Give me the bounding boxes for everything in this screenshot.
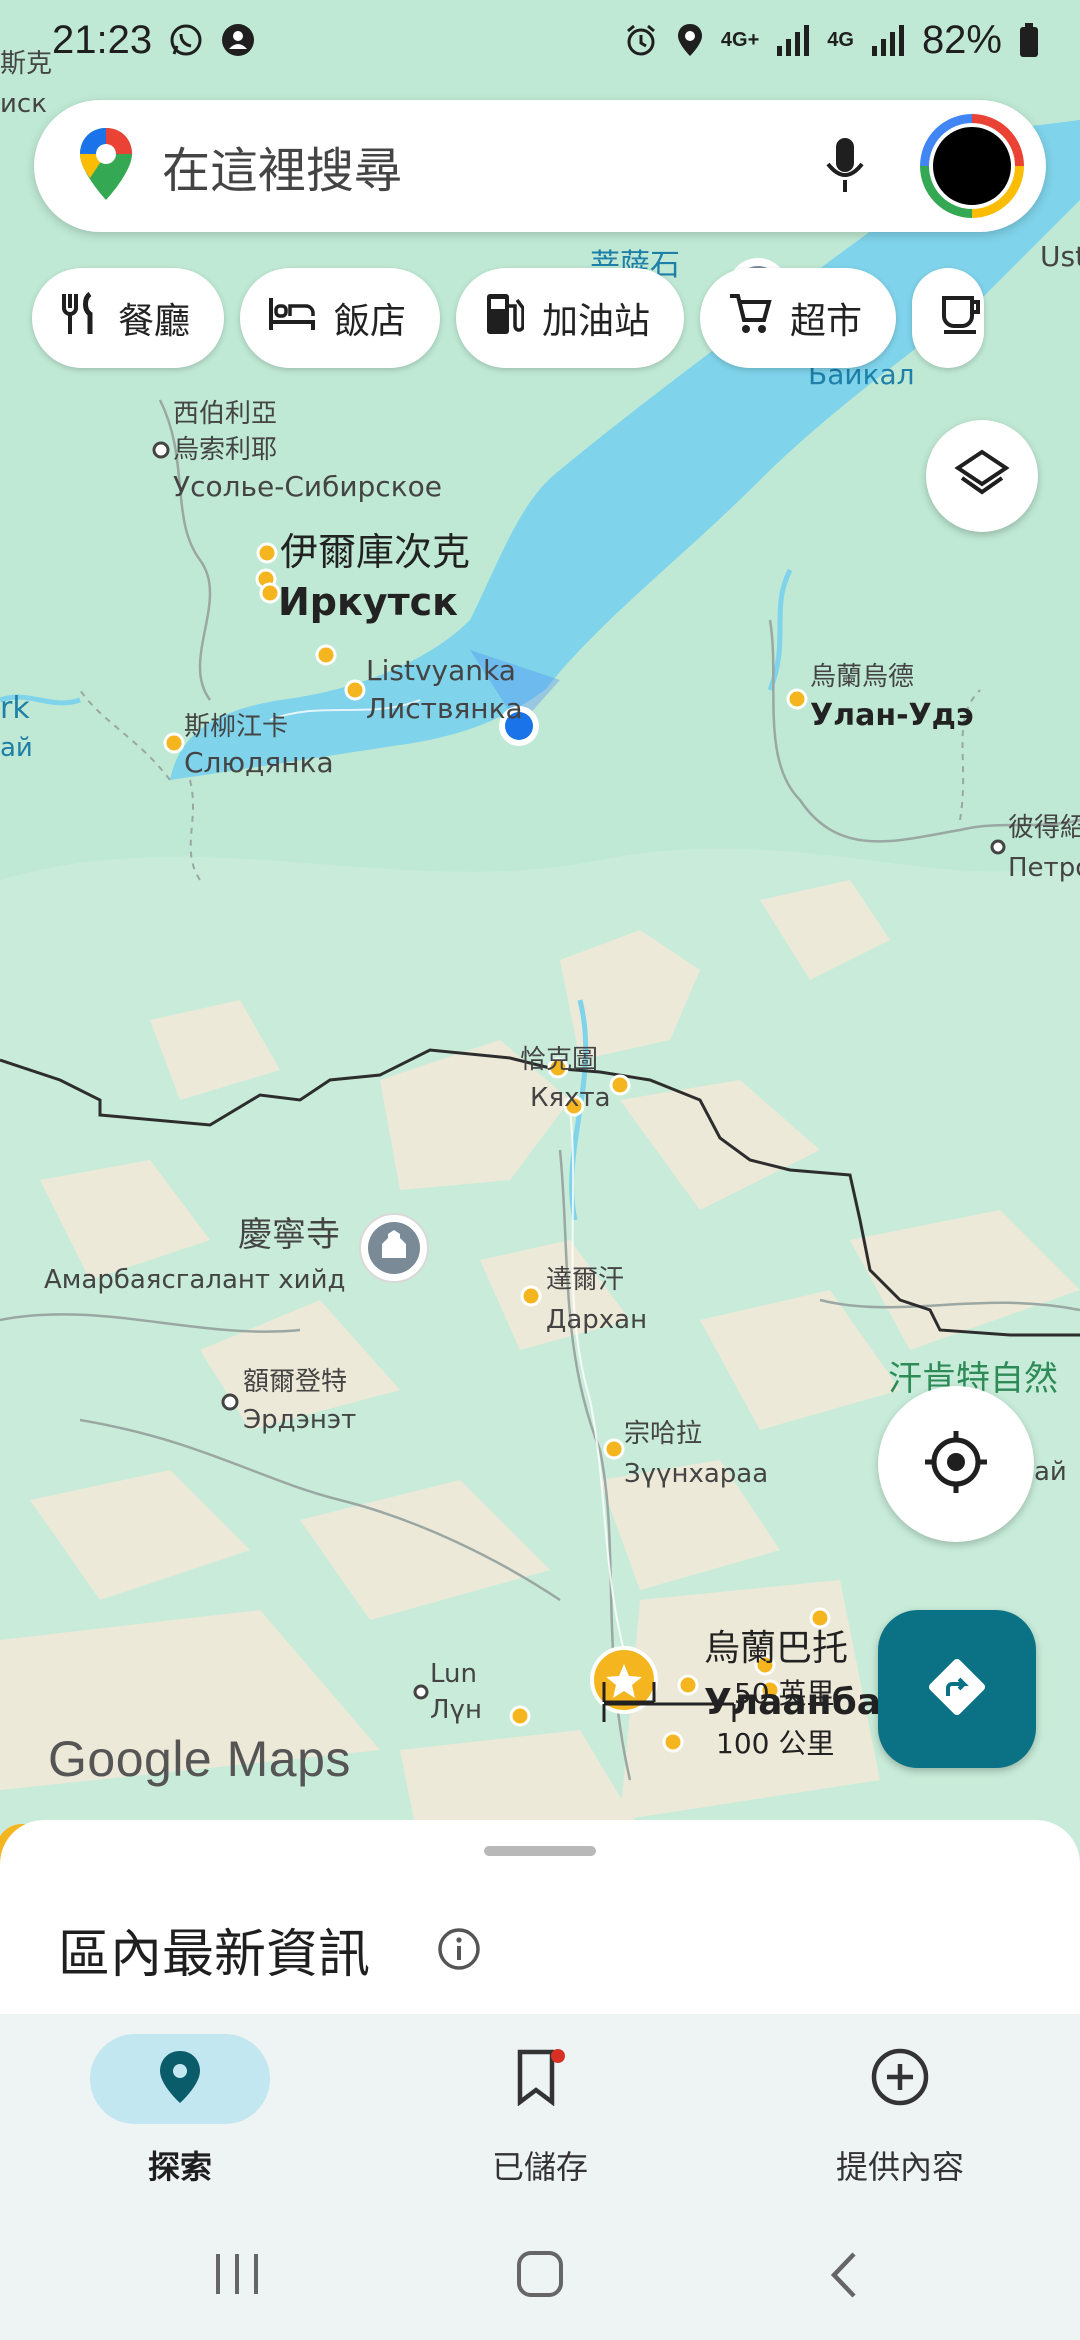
- scale-km: 100 公里: [716, 1727, 835, 1760]
- alarm-icon: [623, 22, 659, 58]
- directions-icon: [926, 1656, 988, 1722]
- status-right: 4G+ 4G 82%: [623, 18, 1040, 63]
- chip-label: 飯店: [334, 301, 407, 342]
- chip-label: 超市: [790, 301, 863, 342]
- account-avatar[interactable]: [920, 114, 1024, 218]
- home-icon[interactable]: [516, 2250, 564, 2302]
- map-label: Улан-Удэ: [810, 698, 974, 733]
- status-time: 21:23: [52, 17, 153, 62]
- crosshair-icon: [923, 1429, 989, 1499]
- my-location-button[interactable]: [878, 1386, 1034, 1542]
- chip-label: 加油站: [542, 301, 651, 342]
- map-label: Усолье-Сибирское: [173, 470, 442, 503]
- map-label: Амарбаясгалант хийд: [44, 1265, 345, 1295]
- nav-label: 探索: [147, 2148, 212, 2186]
- network-type-1: 4G+: [720, 29, 760, 51]
- scale-miles: 50 英里: [734, 1677, 835, 1710]
- map-label: Кяхта: [530, 1083, 611, 1113]
- sheet-drag-handle[interactable]: [484, 1846, 596, 1856]
- search-bar[interactable]: 在這裡搜尋: [34, 100, 1046, 232]
- map-label: 額爾登特: [243, 1367, 347, 1397]
- back-icon[interactable]: [826, 2250, 860, 2304]
- map-label: Зүүнхараа: [624, 1459, 768, 1489]
- network-type-2: 4G: [827, 29, 854, 51]
- map-label: Дархан: [546, 1305, 647, 1335]
- add-circle-icon: [870, 2047, 930, 2111]
- nav-explore[interactable]: 探索: [0, 2034, 360, 2214]
- chip-restaurants[interactable]: 餐廳: [32, 268, 225, 368]
- nav-icon-wrap: [450, 2034, 630, 2124]
- bottom-sheet[interactable]: 區內最新資訊: [0, 1820, 1080, 2020]
- category-chips: 餐廳 飯店 加油站 超市: [32, 268, 985, 368]
- map-label: 恰克圖: [520, 1045, 598, 1075]
- nav-active-indicator: [90, 2034, 270, 2124]
- system-navigation-bar: [0, 2240, 1080, 2310]
- microphone-icon[interactable]: [810, 131, 880, 201]
- cart-icon: [728, 292, 772, 345]
- recent-apps-icon[interactable]: [214, 2250, 260, 2302]
- chip-groceries[interactable]: 超市: [700, 268, 897, 368]
- chip-label: 餐廳: [118, 301, 191, 342]
- account-icon: [220, 22, 256, 58]
- map-label: 烏蘭烏德: [810, 662, 914, 692]
- map-label: Петро: [1008, 853, 1080, 883]
- hotel-icon: [268, 296, 316, 341]
- restaurant-icon: [60, 291, 100, 345]
- map-label: rk: [0, 691, 30, 726]
- coffee-icon: [940, 292, 984, 345]
- map-label: иск: [0, 89, 47, 119]
- google-maps-pin-icon: [78, 126, 134, 206]
- chip-coffee[interactable]: [912, 268, 985, 368]
- nav-icon-wrap: [810, 2034, 990, 2124]
- map-label: 斯柳江卡: [184, 712, 288, 742]
- map-label: Lun: [430, 1659, 477, 1689]
- location-icon: [675, 22, 705, 58]
- signal-icon: [775, 22, 811, 58]
- info-icon[interactable]: [436, 1926, 482, 1976]
- explore-pin-icon: [158, 2049, 202, 2109]
- battery-icon: [1018, 22, 1040, 58]
- status-bar: 21:23 4G+ 4G 82%: [0, 0, 1080, 80]
- map-label: 伊爾庫次克: [280, 530, 470, 574]
- map-label: 烏索利耶: [173, 435, 277, 465]
- map-label: 西伯利亞: [173, 399, 277, 429]
- search-input[interactable]: 在這裡搜尋: [162, 131, 810, 201]
- gas-station-icon: [484, 292, 525, 345]
- layers-icon: [954, 446, 1010, 506]
- status-left: 21:23: [52, 18, 256, 63]
- nav-label: 提供內容: [835, 2148, 964, 2186]
- bookmark-icon: [514, 2048, 566, 2110]
- nav-contribute[interactable]: 提供內容: [720, 2034, 1080, 2214]
- avatar-image: [929, 123, 1015, 209]
- map-label: Лүн: [430, 1695, 482, 1725]
- layers-button[interactable]: [926, 420, 1038, 532]
- nav-label: 已儲存: [491, 2148, 588, 2186]
- map-label: 達爾汗: [546, 1265, 624, 1295]
- map-label: 慶寧寺: [238, 1215, 340, 1255]
- map-label: ай: [0, 733, 33, 763]
- whatsapp-icon: [168, 22, 204, 58]
- signal-icon: [870, 22, 906, 58]
- map-label: ай: [1034, 1457, 1067, 1487]
- battery-percent: 82%: [921, 17, 1002, 62]
- map-label: Эрдэнэт: [243, 1405, 356, 1435]
- map-label: Слюдянка: [184, 746, 334, 779]
- sheet-title: 區內最新資訊: [58, 1925, 371, 1985]
- google-maps-logo: Google Maps: [48, 1731, 351, 1787]
- map-label: 彼得紹: [1008, 813, 1080, 843]
- directions-button[interactable]: [878, 1610, 1036, 1768]
- map-label: Ust: [1040, 240, 1080, 273]
- chip-gas-stations[interactable]: 加油站: [456, 268, 685, 368]
- map-label: Иркутск: [278, 580, 458, 624]
- map-label: Листвянка: [366, 692, 523, 725]
- map-label: 烏蘭巴托: [704, 1628, 848, 1669]
- nav-saved[interactable]: 已儲存: [360, 2034, 720, 2214]
- map-label: 宗哈拉: [624, 1419, 702, 1449]
- chip-hotels[interactable]: 飯店: [240, 268, 441, 368]
- map-label: Listvyanka: [366, 654, 516, 687]
